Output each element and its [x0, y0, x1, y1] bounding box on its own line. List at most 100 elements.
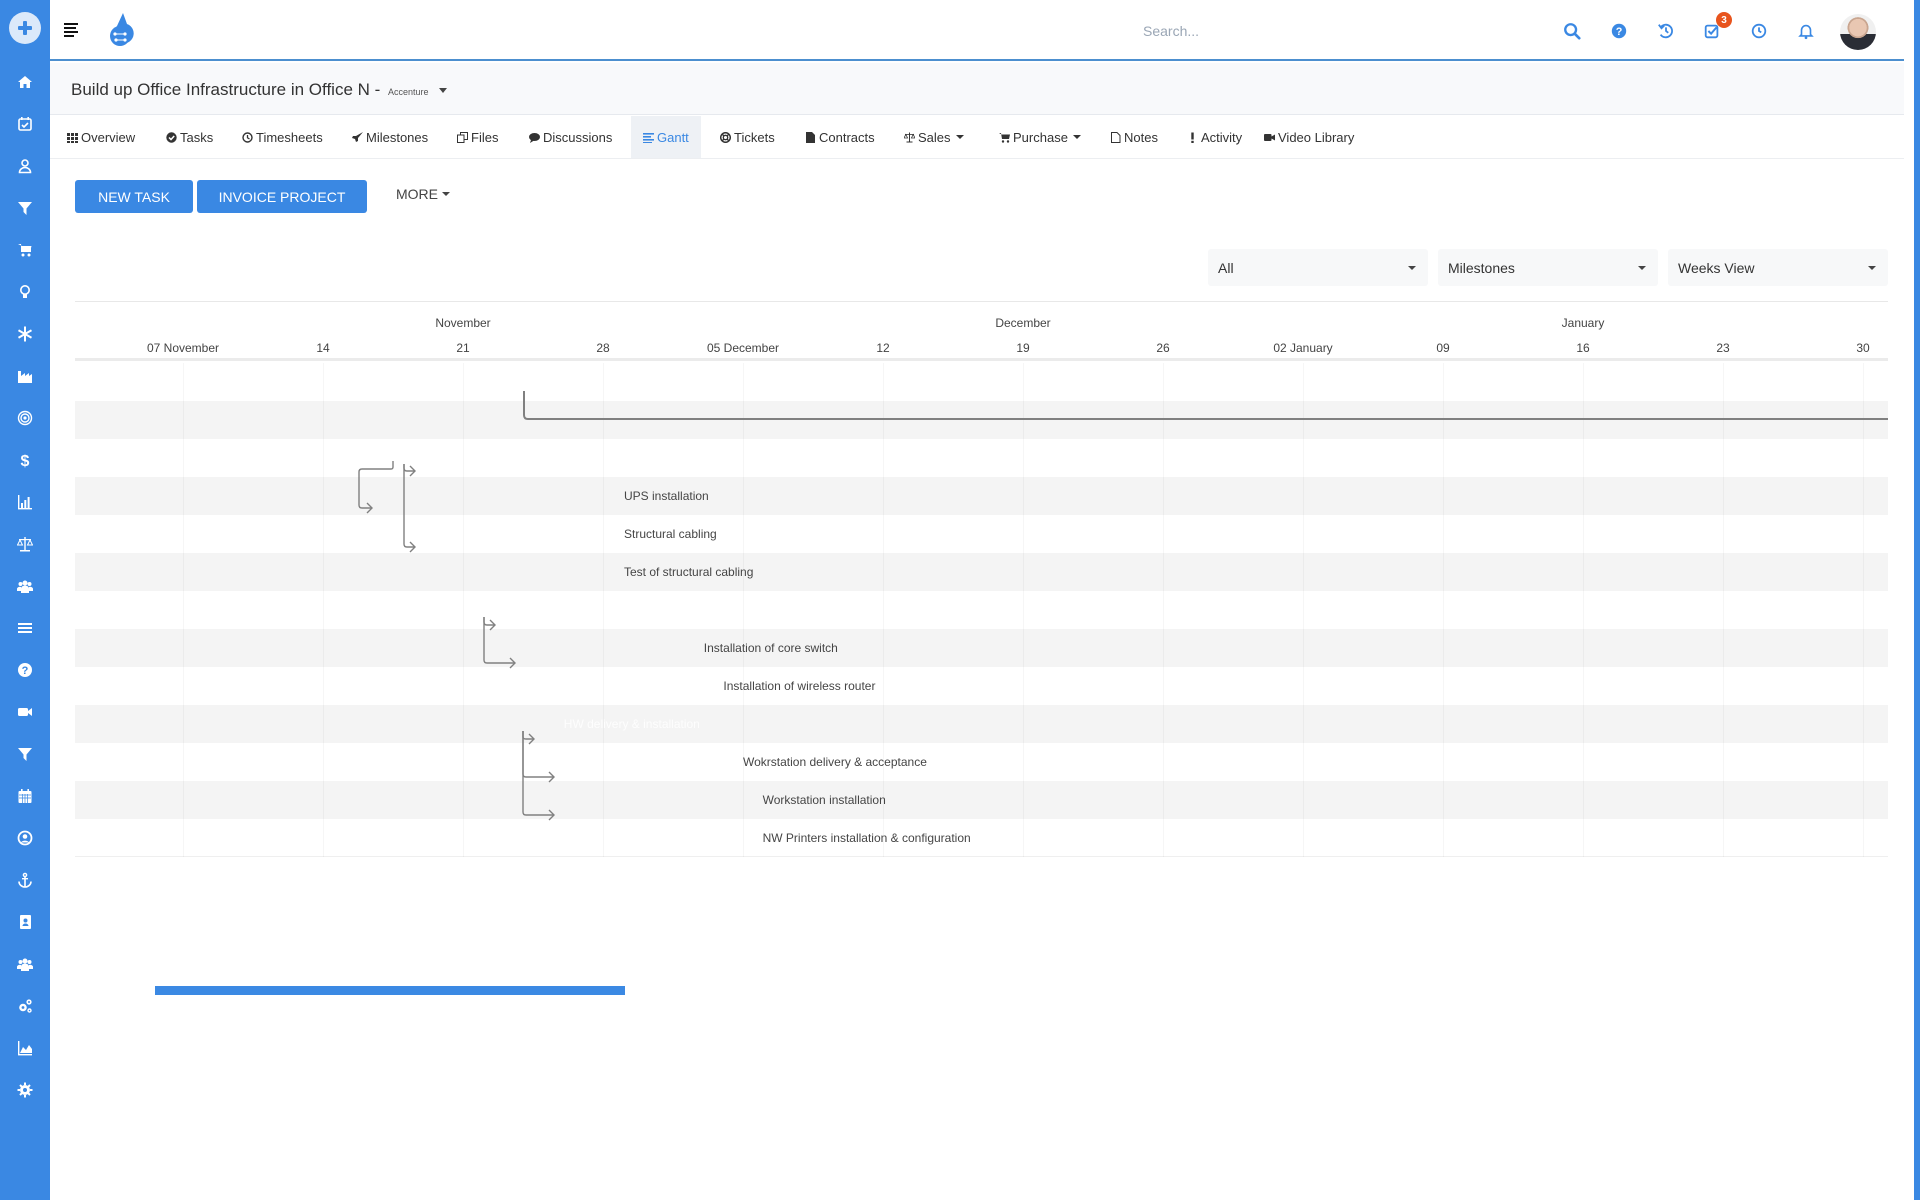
- gantt-row[interactable]: [75, 401, 1888, 439]
- gantt-row[interactable]: [75, 743, 1888, 781]
- gantt-row[interactable]: [75, 477, 1888, 515]
- app-logo[interactable]: [105, 12, 135, 48]
- scale-icon: [904, 132, 915, 142]
- sidebar-item-tasks[interactable]: [0, 103, 50, 145]
- sidebar-item-services[interactable]: [0, 313, 50, 355]
- task-label[interactable]: NW Printers installation & configuration: [763, 831, 971, 845]
- gantt-row[interactable]: [75, 591, 1888, 629]
- snowflake-icon: [17, 326, 33, 342]
- sidebar-item-home[interactable]: [0, 61, 50, 103]
- milestone-label[interactable]: HW delivery & installation: [564, 717, 700, 731]
- more-dropdown-button[interactable]: MORE: [396, 186, 450, 202]
- sidebar-item-settings[interactable]: [0, 1069, 50, 1111]
- sidebar-item-profile[interactable]: [0, 817, 50, 859]
- svg-text:?: ?: [22, 665, 29, 677]
- life-ring-icon: [720, 131, 731, 143]
- bell-icon[interactable]: [1795, 20, 1817, 42]
- task-label[interactable]: Test of structural cabling: [624, 565, 753, 579]
- help-icon[interactable]: ?: [1608, 20, 1630, 42]
- gantt-row[interactable]: [75, 705, 1888, 743]
- sidebar-item-anchor[interactable]: [0, 859, 50, 901]
- search-input[interactable]: [1143, 18, 1443, 44]
- svg-text:?: ?: [1616, 26, 1623, 38]
- sidebar-item-teams[interactable]: [0, 565, 50, 607]
- gantt-row[interactable]: [75, 781, 1888, 819]
- tab-gantt[interactable]: Gantt: [631, 116, 701, 158]
- sidebar-item-shop[interactable]: [0, 229, 50, 271]
- gantt-row[interactable]: [75, 363, 1888, 401]
- tab-overview[interactable]: Overview: [67, 116, 135, 158]
- sidebar-item-ideas[interactable]: [0, 271, 50, 313]
- task-label[interactable]: Installation of core switch: [704, 641, 838, 655]
- caret-down-icon: [1072, 135, 1081, 139]
- history-icon[interactable]: [1655, 20, 1677, 42]
- sidebar-item-finance[interactable]: $: [0, 439, 50, 481]
- sidebar-item-analytics[interactable]: [0, 1027, 50, 1069]
- tab-tasks[interactable]: Tasks: [166, 116, 213, 158]
- task-label[interactable]: Wokrstation delivery & acceptance: [743, 755, 927, 769]
- sidebar-item-goals[interactable]: [0, 397, 50, 439]
- sidebar-item-reports[interactable]: [0, 481, 50, 523]
- caret-down-icon: [1408, 266, 1416, 270]
- sidebar-item-legal[interactable]: [0, 523, 50, 565]
- project-name: Build up Office Infrastructure in Office…: [71, 80, 386, 99]
- clock-icon[interactable]: [1748, 20, 1770, 42]
- tab-timesheets[interactable]: Timesheets: [242, 116, 323, 158]
- sidebar-item-calendar[interactable]: [0, 775, 50, 817]
- gantt-row[interactable]: [75, 515, 1888, 553]
- gantt-row[interactable]: [75, 667, 1888, 705]
- task-label[interactable]: Workstation installation: [763, 793, 886, 807]
- filter-icon: [18, 748, 32, 761]
- sidebar-item-leads[interactable]: [0, 187, 50, 229]
- more-label: MORE: [396, 186, 438, 202]
- tab-label: Tasks: [180, 129, 214, 145]
- tab-milestones[interactable]: Milestones: [352, 116, 428, 158]
- week-label: 30: [1856, 341, 1870, 355]
- task-label[interactable]: Installation of wireless router: [723, 679, 875, 693]
- tab-contracts[interactable]: Contracts: [805, 116, 875, 158]
- hamburger-menu-icon[interactable]: [64, 23, 78, 37]
- search-icon[interactable]: [1561, 20, 1583, 42]
- tab-video-library[interactable]: Video Library: [1264, 116, 1354, 158]
- gantt-row[interactable]: [75, 819, 1888, 857]
- lightbulb-icon: [20, 285, 30, 298]
- gantt-row[interactable]: [75, 629, 1888, 667]
- tab-discussions[interactable]: Discussions: [529, 116, 612, 158]
- sidebar-item-funnel[interactable]: [0, 733, 50, 775]
- sidebar-item-help[interactable]: ?: [0, 649, 50, 691]
- tab-tickets[interactable]: Tickets: [720, 116, 775, 158]
- gantt-row[interactable]: [75, 553, 1888, 591]
- chevron-down-icon[interactable]: [438, 88, 447, 94]
- sidebar-item-menu[interactable]: [0, 607, 50, 649]
- sidebar-item-groups[interactable]: [0, 943, 50, 985]
- file-icon: [806, 131, 815, 143]
- horizontal-scrollbar[interactable]: [155, 986, 625, 995]
- status-filter-select[interactable]: All: [1208, 249, 1428, 286]
- view-mode-select[interactable]: Weeks View: [1668, 249, 1888, 286]
- tab-label: Activity: [1201, 129, 1243, 145]
- project-title[interactable]: Build up Office Infrastructure in Office…: [71, 80, 447, 100]
- sidebar-item-videos[interactable]: [0, 691, 50, 733]
- sidebar-item-manufacturing[interactable]: [0, 355, 50, 397]
- sidebar-item-contacts[interactable]: [0, 145, 50, 187]
- task-label[interactable]: Structural cabling: [624, 527, 717, 541]
- exclamation-icon: [1191, 132, 1194, 143]
- sidebar-item-system[interactable]: [0, 985, 50, 1027]
- sidebar-item-address-book[interactable]: [0, 901, 50, 943]
- tab-purchase[interactable]: Purchase: [999, 116, 1081, 158]
- tab-notes[interactable]: Notes: [1110, 116, 1158, 158]
- new-task-button[interactable]: NEW TASK: [75, 180, 193, 213]
- left-sidebar: $?: [0, 0, 50, 1200]
- check-circle-icon: [166, 131, 177, 143]
- tab-label: Discussions: [543, 129, 613, 145]
- user-avatar[interactable]: [1840, 14, 1876, 50]
- gantt-row[interactable]: [75, 439, 1888, 477]
- clock-icon: [242, 131, 253, 143]
- invoice-project-button[interactable]: INVOICE PROJECT: [197, 180, 367, 213]
- add-icon[interactable]: [9, 12, 41, 44]
- tab-files[interactable]: Files: [457, 116, 498, 158]
- tab-sales[interactable]: Sales: [904, 116, 964, 158]
- tab-activity[interactable]: Activity: [1187, 116, 1242, 158]
- task-label[interactable]: UPS installation: [624, 489, 709, 503]
- group-by-select[interactable]: Milestones: [1438, 249, 1658, 286]
